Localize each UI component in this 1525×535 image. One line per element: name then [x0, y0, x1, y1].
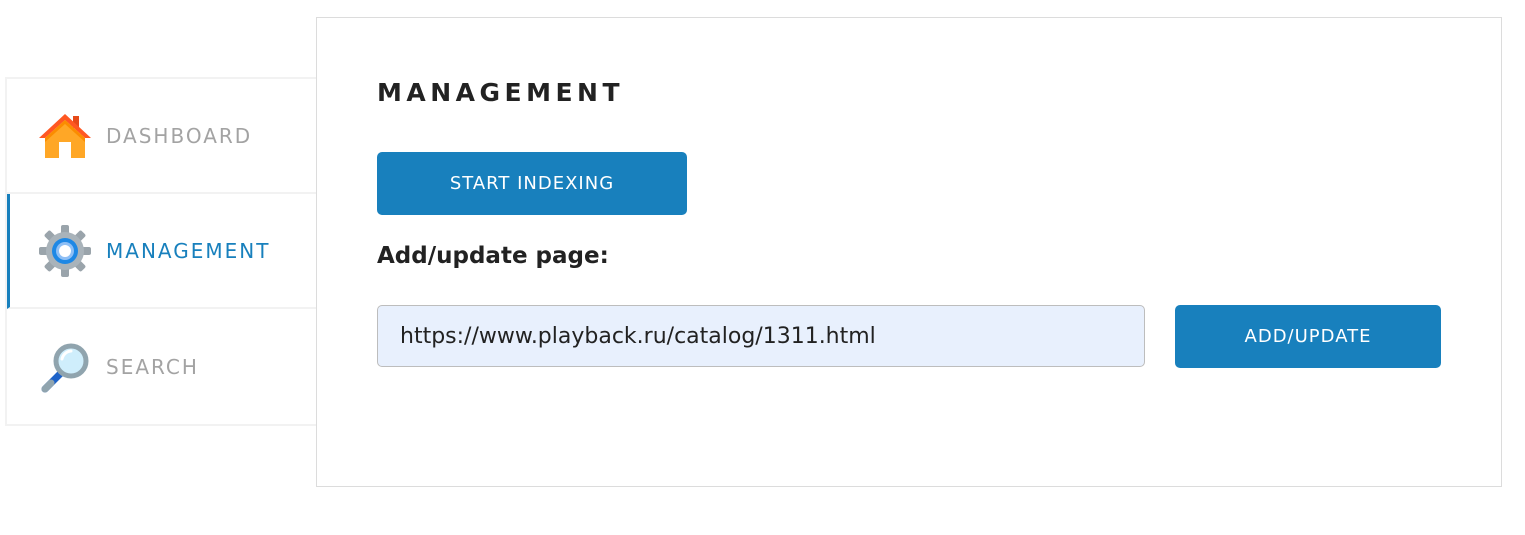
sidebar: DASHBOARD MANAGEMENT SEARCH — [5, 77, 316, 426]
sidebar-item-label: SEARCH — [106, 354, 199, 379]
management-panel: MANAGEMENT START INDEXING Add/update pag… — [316, 17, 1502, 487]
sidebar-item-label: DASHBOARD — [106, 123, 253, 148]
gear-icon — [37, 223, 93, 279]
sidebar-item-dashboard[interactable]: DASHBOARD — [7, 79, 316, 194]
page-title: MANAGEMENT — [377, 78, 625, 107]
add-update-page-label: Add/update page: — [377, 243, 609, 269]
add-update-button[interactable]: ADD/UPDATE — [1175, 305, 1441, 368]
start-indexing-button[interactable]: START INDEXING — [377, 152, 687, 215]
sidebar-item-label: MANAGEMENT — [106, 238, 271, 263]
sidebar-item-search[interactable]: SEARCH — [7, 309, 316, 424]
sidebar-item-management[interactable]: MANAGEMENT — [7, 194, 316, 309]
magnifier-icon — [37, 339, 93, 395]
house-icon — [37, 108, 93, 164]
page-url-input[interactable] — [377, 305, 1145, 367]
